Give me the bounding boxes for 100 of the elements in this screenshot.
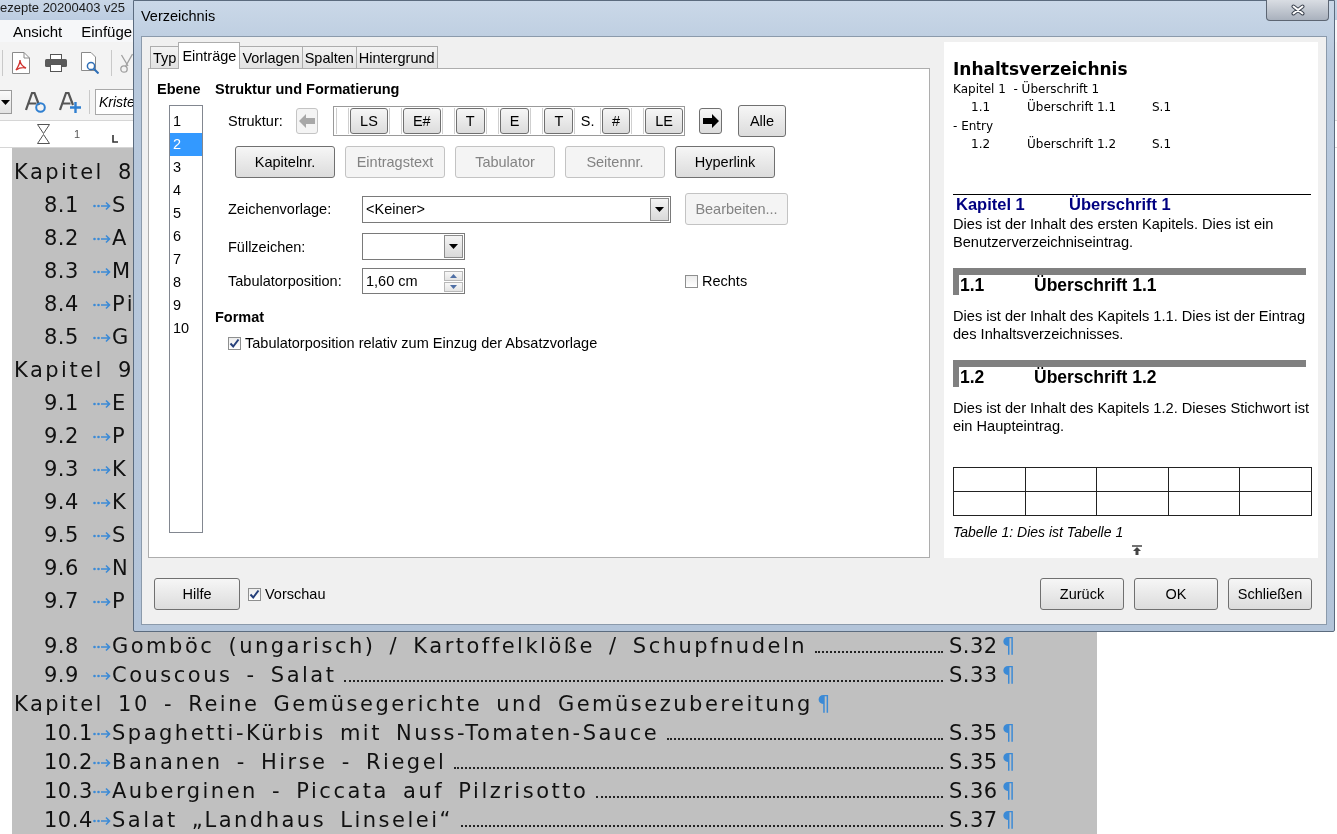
tab-mark-icon (93, 530, 111, 541)
chapter-heading: Kapitel 10 - Reine Gemüsegerichte und Gemüsezubereitung (14, 691, 813, 718)
dialog-button[interactable]: Schließen (1228, 578, 1312, 610)
structure-slot-field[interactable] (530, 108, 544, 134)
paragraph-mark: ¶ (1001, 633, 1015, 660)
page-number: S.37 (948, 807, 998, 834)
entry-number: 9.4 (44, 489, 79, 516)
tab-mark-icon (93, 200, 111, 211)
list-item[interactable]: 9 (170, 294, 202, 317)
paragraph: Dies ist der Inhalt des ersten Kapitels. Dies ist ein Benutzerverzeichniseintrag. (953, 215, 1275, 252)
checkbox-label: Vorschau (265, 586, 326, 602)
tab[interactable]: Typ (150, 46, 180, 68)
letter-a-plus-icon[interactable] (59, 91, 81, 113)
chapter-title: Überschrift 1 (1069, 195, 1171, 214)
caret-down-icon (449, 244, 458, 249)
tab-mark-icon (93, 728, 111, 739)
list-item[interactable]: 10 (170, 317, 202, 340)
structure-slot-field[interactable] (631, 108, 645, 134)
page-number: S.1 (1152, 135, 1173, 153)
indent-marker-icon[interactable] (37, 124, 50, 144)
entry-title: A (112, 225, 129, 252)
page-number: S.36 (948, 778, 998, 805)
dialog-button[interactable]: OK (1134, 578, 1218, 610)
checkbox-label: Tabulatorposition relativ zum Einzug der Absatzvorlage (245, 335, 598, 351)
token-button[interactable]: T (455, 108, 485, 134)
tab[interactable]: Vorlagen (239, 46, 303, 68)
entry-number: 9.3 (44, 456, 79, 483)
spin-field[interactable]: 1,60 cm (362, 268, 465, 294)
entry-number: 10.2 (44, 749, 93, 776)
entry-title: S (112, 522, 128, 549)
structure-slot-field[interactable] (336, 108, 350, 134)
list-item[interactable]: 5 (170, 202, 202, 225)
entry-number: 9.5 (44, 522, 79, 549)
list-item[interactable]: 3 (170, 156, 202, 179)
structure-slot-field[interactable] (485, 108, 499, 134)
token-button[interactable]: E# (402, 108, 441, 134)
tab-mark-icon (93, 233, 111, 244)
paragraph-mark: ¶ (1001, 749, 1015, 776)
token-button[interactable]: E (499, 108, 530, 134)
token-button[interactable]: # (602, 108, 631, 134)
entry-number: 10.3 (44, 778, 93, 805)
up-caret-icon (450, 273, 457, 278)
token-button[interactable]: LS (350, 108, 388, 134)
spin-up-button[interactable] (444, 270, 463, 281)
dropdown-button[interactable] (0, 90, 12, 114)
entry-number: 8.1 (44, 192, 79, 219)
close-button[interactable] (1266, 0, 1329, 21)
dialog-button[interactable]: Zurück (1040, 578, 1124, 610)
table-cell (1168, 491, 1240, 516)
list-item[interactable]: 8 (170, 271, 202, 294)
entry-title: G (112, 324, 131, 351)
entry-number: 9.6 (44, 555, 79, 582)
pdf-icon[interactable] (12, 52, 30, 74)
entry-title: Salat „Landhaus Linselei“ (112, 807, 453, 834)
next-button[interactable] (699, 108, 722, 134)
tab-mark-icon (93, 596, 111, 607)
entry-number: 1.2 (971, 135, 992, 153)
field-label: Struktur: (228, 113, 284, 129)
help-button[interactable]: Hilfe (154, 578, 240, 610)
structure-field[interactable]: LS E# T E T S. # LE (333, 106, 685, 136)
document-title: Inhaltsverzeichnis (953, 58, 1129, 80)
chapter-heading: Kapitel 9 (14, 357, 134, 384)
dropdown[interactable] (362, 233, 465, 260)
tab-stop-icon[interactable] (112, 135, 119, 143)
checkbox[interactable] (228, 336, 241, 350)
paragraph-mark: ¶ (1001, 807, 1015, 834)
style-field[interactable]: Kriste (95, 89, 136, 115)
list-item[interactable]: 6 (170, 225, 202, 248)
letter-a-refresh-icon[interactable] (25, 91, 47, 113)
entry-title: Pi (112, 291, 136, 318)
structure-slot-field[interactable] (441, 108, 455, 134)
dropdown[interactable]: <Keiner> (362, 195, 671, 223)
tab-mark-icon (93, 563, 111, 574)
tab[interactable]: Einträge (178, 42, 241, 69)
token-button[interactable]: LE (645, 108, 683, 134)
menu-item[interactable]: Ansicht (13, 22, 63, 40)
list-item[interactable]: 4 (170, 179, 202, 202)
menu-item[interactable]: Einfüge (81, 22, 133, 40)
paragraph-mark: ¶ (816, 691, 831, 718)
insert-button[interactable]: Hyperlink (675, 146, 775, 178)
tab-mark-icon (93, 431, 111, 442)
all-button[interactable]: Alle (738, 105, 786, 137)
insert-button[interactable]: Kapitelnr. (235, 146, 335, 178)
ruler-number: 1 (74, 128, 81, 140)
spin-down-button[interactable] (444, 281, 463, 292)
printer-icon[interactable] (45, 54, 67, 72)
list-item[interactable]: 1 (170, 110, 202, 133)
tab-mark-icon (93, 786, 111, 797)
print-preview-icon[interactable] (81, 52, 99, 74)
structure-slot-field[interactable] (388, 108, 402, 134)
checkbox[interactable] (685, 274, 698, 288)
tab-mark-icon (93, 332, 111, 343)
structure-slot-field[interactable]: S. (574, 108, 602, 134)
tab[interactable]: Hintergrund (355, 46, 438, 68)
token-button[interactable]: T (544, 108, 574, 134)
toc-line: - Entry (953, 117, 995, 135)
section-title: Ebene (157, 80, 202, 98)
list-item[interactable]: 7 (170, 248, 202, 271)
tab[interactable]: Spalten (301, 46, 357, 68)
checkbox[interactable] (248, 587, 261, 601)
